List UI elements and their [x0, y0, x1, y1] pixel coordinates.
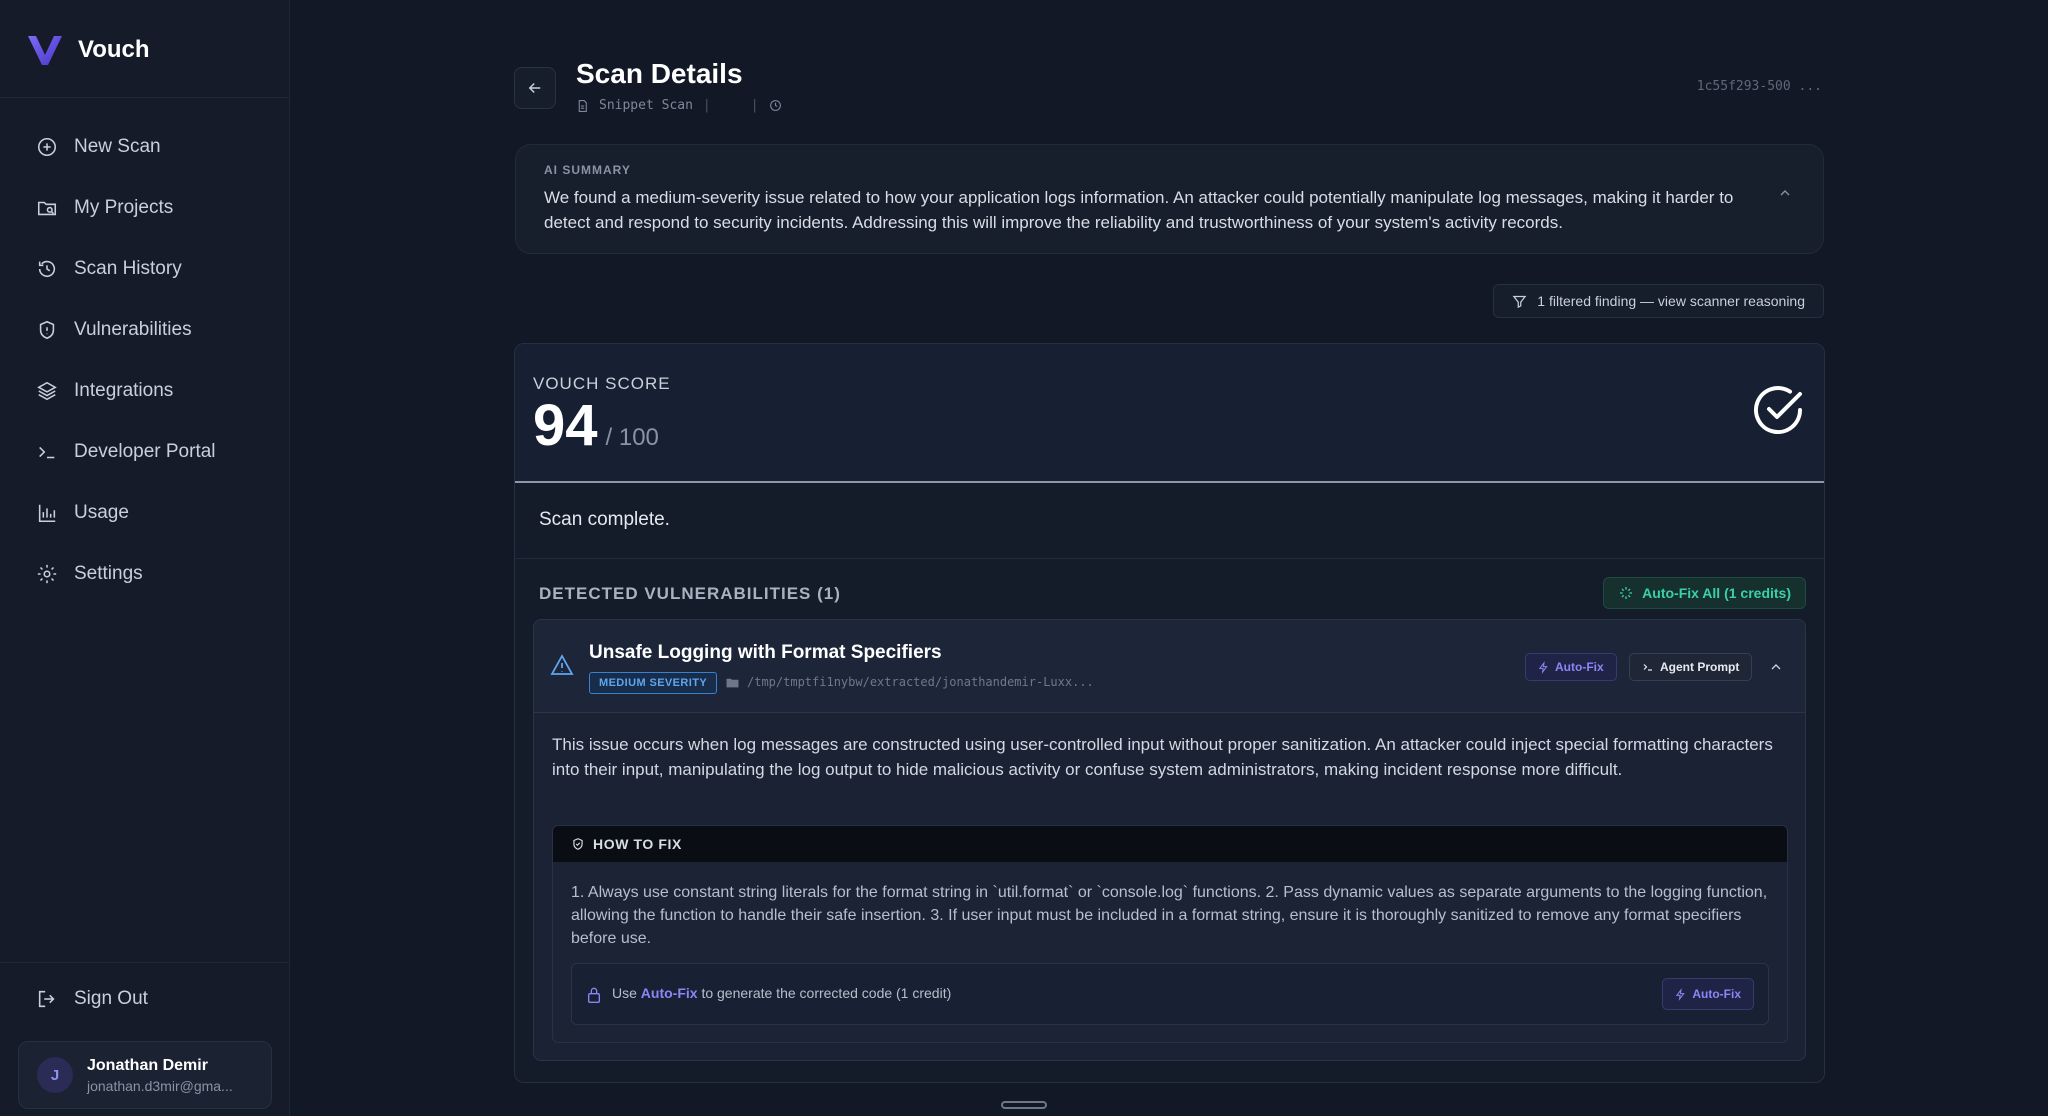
brand[interactable]: Vouch [26, 30, 150, 70]
logout-icon [38, 990, 55, 1008]
brand-name: Vouch [78, 36, 150, 63]
auto-fix-unlock-label: Auto-Fix [1692, 987, 1741, 1001]
bar-chart-icon [38, 504, 56, 522]
sidebar-item-label: Developer Portal [74, 440, 216, 462]
sidebar-item-label: Vulnerabilities [74, 318, 192, 340]
chevron-up-icon[interactable] [1777, 185, 1793, 201]
file-path-text: /tmp/tmptfi1nybw/extracted/jonathandemir… [747, 675, 1094, 689]
score-label: VOUCH SCORE [533, 374, 671, 393]
locked-fix-prefix: Use [612, 985, 637, 1001]
sign-out-button[interactable]: Sign Out [36, 988, 148, 1010]
auto-fix-all-button[interactable]: Auto-Fix All (1 credits) [1603, 577, 1806, 609]
sidebar-item-integrations[interactable]: Integrations [24, 360, 274, 421]
auto-fix-unlock-button[interactable]: Auto-Fix [1662, 978, 1754, 1010]
ai-summary-card: AI SUMMARY We found a medium-severity is… [515, 144, 1824, 254]
score-max: / 100 [605, 424, 659, 451]
how-to-fix-header: HOW TO FIX [553, 826, 1787, 862]
how-to-fix-panel: HOW TO FIX 1. Always use constant string… [552, 825, 1788, 1043]
divider: | [702, 98, 711, 113]
agent-prompt-button[interactable]: Agent Prompt [1629, 653, 1753, 681]
scan-status: Scan complete. [539, 509, 670, 530]
ai-summary-text: We found a medium-severity issue related… [544, 188, 1734, 232]
how-to-fix-label: HOW TO FIX [593, 836, 682, 852]
scroll-handle[interactable] [1001, 1101, 1047, 1109]
bolt-icon [1538, 660, 1548, 674]
divider [0, 97, 290, 98]
page-title: Scan Details [576, 58, 743, 89]
back-button[interactable] [514, 67, 556, 109]
auto-fix-button[interactable]: Auto-Fix [1525, 653, 1617, 681]
sidebar-item-new-scan[interactable]: New Scan [24, 116, 274, 177]
user-card[interactable]: J Jonathan Demir jonathan.d3mir@gma... [18, 1041, 272, 1109]
plus-circle-icon [37, 137, 57, 156]
sidebar-item-usage[interactable]: Usage [24, 482, 274, 543]
sidebar-item-label: Scan History [74, 257, 182, 279]
score-number: 94 [533, 393, 598, 458]
sidebar-item-scan-history[interactable]: Scan History [24, 238, 274, 299]
filtered-findings-button[interactable]: 1 filtered finding — view scanner reason… [1493, 284, 1824, 318]
vulnerability-title: Unsafe Logging with Format Specifiers [589, 642, 942, 663]
sidebar-nav: New Scan My Projects Scan History Vulner… [24, 116, 274, 604]
scan-results-card: VOUCH SCORE 94 / 100 Scan complete. DETE… [514, 343, 1825, 1083]
terminal-icon [39, 446, 55, 458]
user-name: Jonathan Demir [87, 1056, 208, 1074]
score-value: 94 / 100 [533, 392, 659, 459]
auto-fix-label: Auto-Fix [1555, 660, 1604, 674]
locked-fix-suffix: to generate the corrected code (1 credit… [701, 985, 952, 1001]
vouch-logo-icon [28, 36, 62, 65]
bolt-icon [1676, 987, 1686, 1001]
severity-badge: MEDIUM SEVERITY [589, 672, 718, 694]
sidebar-item-label: My Projects [74, 196, 174, 218]
lock-icon [588, 987, 600, 1003]
folder-icon [726, 678, 739, 687]
sidebar-item-developer-portal[interactable]: Developer Portal [24, 421, 274, 482]
auto-fix-link[interactable]: Auto-Fix [641, 985, 698, 1001]
ai-summary-label: AI SUMMARY [544, 163, 631, 177]
divider: | [750, 98, 759, 113]
divider [0, 962, 290, 963]
filtered-findings-label: 1 filtered finding — view scanner reason… [1537, 293, 1805, 309]
sparkle-icon [1620, 587, 1633, 599]
sidebar-item-label: Usage [74, 501, 129, 523]
history-icon [38, 260, 56, 277]
warning-triangle-icon [550, 654, 574, 675]
file-icon [578, 99, 587, 112]
sidebar-item-label: Settings [74, 562, 143, 584]
detected-vulnerabilities-heading: DETECTED VULNERABILITIES (1) [539, 584, 841, 603]
user-email: jonathan.d3mir@gma... [87, 1077, 233, 1094]
filter-icon [1512, 295, 1527, 308]
chevron-up-icon[interactable] [1768, 659, 1784, 675]
gear-icon [37, 564, 57, 583]
file-path: /tmp/tmptfi1nybw/extracted/jonathandemir… [726, 675, 1094, 689]
auto-fix-all-label: Auto-Fix All (1 credits) [1642, 585, 1791, 601]
how-to-fix-text: 1. Always use constant string literals f… [571, 884, 1768, 947]
avatar: J [37, 1057, 73, 1093]
agent-prompt-label: Agent Prompt [1660, 660, 1740, 674]
divider [515, 558, 1824, 559]
check-circle-icon [1754, 386, 1802, 435]
shield-icon [39, 320, 55, 339]
vulnerability-header[interactable]: Unsafe Logging with Format Specifiers ME… [534, 620, 1805, 713]
vulnerability-card: Unsafe Logging with Format Specifiers ME… [533, 619, 1806, 1061]
folder-search-icon [37, 201, 57, 215]
arrow-left-icon [528, 82, 541, 94]
locked-fix-row: Use Auto-Fix to generate the corrected c… [571, 963, 1769, 1025]
layers-icon [37, 381, 57, 400]
sign-out-label: Sign Out [74, 988, 148, 1009]
sidebar-item-label: New Scan [74, 135, 161, 157]
vulnerability-description: This issue occurs when log messages are … [552, 735, 1773, 779]
page-subtitle: Snippet Scan | | [576, 98, 782, 113]
sidebar-item-my-projects[interactable]: My Projects [24, 177, 274, 238]
shield-check-icon [573, 838, 583, 850]
sidebar-item-label: Integrations [74, 379, 174, 401]
sidebar-item-vulnerabilities[interactable]: Vulnerabilities [24, 299, 274, 360]
score-panel: VOUCH SCORE 94 / 100 [515, 344, 1824, 483]
terminal-icon [1643, 664, 1652, 671]
scan-id: 1c55f293-500 ... [1696, 79, 1822, 94]
locked-fix-text: Use Auto-Fix to generate the corrected c… [612, 985, 951, 1001]
sidebar: Vouch New Scan My Projects Scan History … [0, 0, 290, 1116]
scan-type: Snippet Scan [599, 98, 693, 113]
sidebar-item-settings[interactable]: Settings [24, 543, 274, 604]
clock-icon [769, 100, 781, 111]
